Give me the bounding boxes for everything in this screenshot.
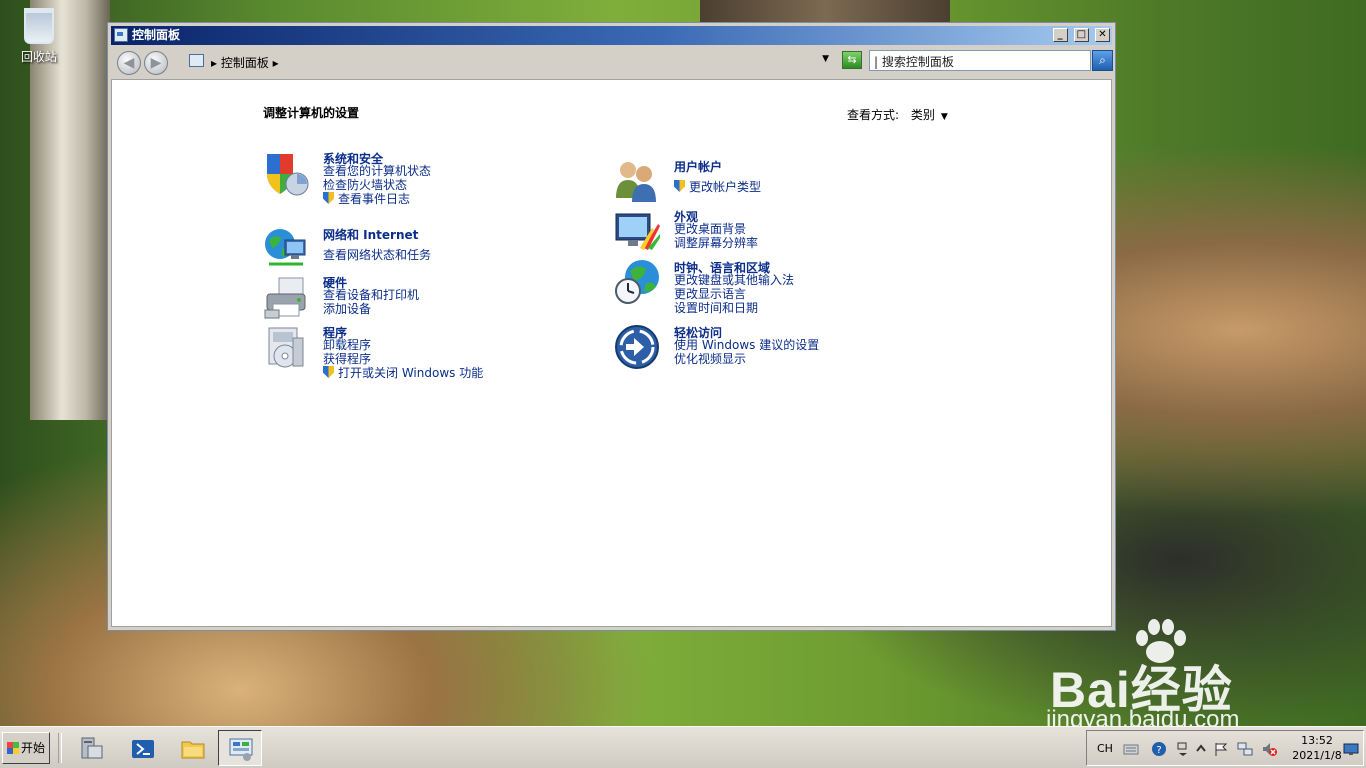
uac-shield-icon <box>323 192 334 204</box>
taskbar-powershell[interactable] <box>120 730 164 766</box>
clock-date: 2021/1/8 <box>1292 749 1342 762</box>
search-icon: ⌕ <box>1099 53 1106 67</box>
uac-shield-icon <box>323 366 334 378</box>
taskbar-server-manager[interactable] <box>68 730 112 766</box>
control-panel-window: 控制面板 _ □ ✕ ◀ ▶ ▸ 控制面板 ▸ ▼ ⇆ | 搜索控制面板 ⌕ 调… <box>107 22 1116 631</box>
windows-logo-icon <box>7 742 19 754</box>
link-change-keyboards[interactable]: 更改键盘或其他输入法 <box>674 273 794 287</box>
network-globe-icon <box>265 229 306 266</box>
server-manager-icon <box>81 737 103 759</box>
link-windows-features[interactable]: 打开或关闭 Windows 功能 <box>323 366 483 380</box>
svg-text:?: ? <box>1156 745 1161 756</box>
link-view-computer-status[interactable]: 查看您的计算机状态 <box>323 164 431 178</box>
user-accounts-icon <box>616 162 656 202</box>
powershell-icon <box>132 740 154 758</box>
link-change-display-language[interactable]: 更改显示语言 <box>674 287 794 301</box>
link-add-device[interactable]: 添加设备 <box>323 302 419 316</box>
category-title-network-internet[interactable]: 网络和 Internet <box>323 226 418 243</box>
network-icon[interactable] <box>1237 741 1253 757</box>
system-tray: CH ? 13:52 2021/1/8 <box>1086 730 1364 766</box>
link-change-account-type-label: 更改帐户类型 <box>689 180 762 194</box>
link-view-event-log[interactable]: 查看事件日志 <box>323 192 431 206</box>
link-windows-features-label: 打开或关闭 Windows 功能 <box>338 366 484 380</box>
ime-options-icon[interactable] <box>1175 741 1191 757</box>
programs-box-icon <box>268 327 304 368</box>
navigation-toolbar: ◀ ▶ ▸ 控制面板 ▸ ▼ ⇆ | 搜索控制面板 ⌕ <box>111 47 1113 77</box>
link-optimize-display[interactable]: 优化视频显示 <box>674 352 819 366</box>
appearance-monitor-icon <box>615 213 660 250</box>
control-panel-icon <box>114 28 128 42</box>
folder-icon <box>181 741 205 759</box>
link-view-devices-printers[interactable]: 查看设备和打印机 <box>323 288 419 302</box>
control-panel-icon <box>229 738 253 761</box>
view-by-dropdown[interactable]: 类别 ▼ <box>911 108 948 122</box>
link-check-firewall[interactable]: 检查防火墙状态 <box>323 178 431 192</box>
chevron-down-icon[interactable]: ▼ <box>822 54 829 64</box>
link-view-event-log-label: 查看事件日志 <box>338 192 411 206</box>
close-button[interactable]: ✕ <box>1095 28 1110 42</box>
printer-icon <box>264 277 306 319</box>
start-button[interactable]: 开始 <box>2 732 50 764</box>
show-desktop-icon[interactable] <box>1343 741 1359 757</box>
security-shield-icon <box>267 154 309 196</box>
window-titlebar[interactable]: 控制面板 _ □ ✕ <box>111 26 1112 45</box>
baidu-watermark: Bai经验 jingyan.baidu.com <box>1046 650 1239 733</box>
address-bar[interactable]: ▸ 控制面板 ▸ ▼ <box>183 50 835 72</box>
desktop-recycle-bin[interactable]: 回收站 <box>14 8 64 65</box>
ease-of-access-icon <box>615 325 659 369</box>
recycle-bin-label: 回收站 <box>20 50 57 64</box>
chevron-down-icon: ▼ <box>940 112 948 122</box>
clock-globe-icon <box>615 260 659 304</box>
link-set-time-date[interactable]: 设置时间和日期 <box>674 301 794 315</box>
minimize-button[interactable]: _ <box>1052 28 1068 42</box>
view-by-value: 类别 <box>910 108 935 122</box>
control-panel-icon <box>189 54 204 67</box>
input-language-indicator[interactable]: CH <box>1097 742 1113 755</box>
view-by: 查看方式: 类别 ▼ <box>847 106 948 123</box>
keyboard-icon[interactable] <box>1123 741 1139 757</box>
arrow-right-icon: ▶ <box>150 55 162 71</box>
help-icon[interactable]: ? <box>1151 741 1167 757</box>
taskbar-explorer[interactable] <box>170 730 214 766</box>
taskbar: 开始 CH ? 13:52 2021/1/8 <box>0 726 1366 768</box>
breadcrumb[interactable]: ▸ 控制面板 ▸ <box>211 54 279 71</box>
recycle-bin-icon <box>24 8 54 44</box>
back-button[interactable]: ◀ <box>117 51 141 75</box>
taskbar-control-panel[interactable] <box>218 730 262 766</box>
content-pane: 调整计算机的设置 查看方式: 类别 ▼ 系统和安全 查看您的计算机状态 检查防火墙… <box>111 79 1112 627</box>
search-input[interactable]: | 搜索控制面板 <box>869 50 1091 71</box>
link-get-programs[interactable]: 获得程序 <box>323 352 483 366</box>
link-uninstall-program[interactable]: 卸载程序 <box>323 338 483 352</box>
refresh-button[interactable]: ⇆ <box>842 51 862 69</box>
volume-muted-icon[interactable] <box>1261 741 1277 757</box>
link-change-account-type[interactable]: 更改帐户类型 <box>674 180 761 194</box>
clock-time: 13:52 <box>1301 734 1333 747</box>
breadcrumb-control-panel[interactable]: 控制面板 <box>221 56 269 70</box>
window-title: 控制面板 <box>132 28 181 42</box>
view-by-label: 查看方式: <box>847 108 900 122</box>
forward-button[interactable]: ▶ <box>144 51 168 75</box>
link-adjust-resolution[interactable]: 调整屏幕分辨率 <box>674 236 758 250</box>
search-placeholder: 搜索控制面板 <box>881 55 954 69</box>
refresh-icon: ⇆ <box>847 53 857 66</box>
uac-shield-icon <box>674 180 685 192</box>
action-center-flag-icon[interactable] <box>1213 741 1229 757</box>
link-recommended-settings[interactable]: 使用 Windows 建议的设置 <box>674 338 819 352</box>
link-change-desktop-background[interactable]: 更改桌面背景 <box>674 222 758 236</box>
maximize-button[interactable]: □ <box>1073 28 1089 42</box>
category-title-user-accounts[interactable]: 用户帐户 <box>674 158 722 175</box>
search-button[interactable]: ⌕ <box>1092 50 1113 71</box>
taskbar-separator <box>58 733 62 763</box>
link-view-network-status[interactable]: 查看网络状态和任务 <box>323 248 431 262</box>
chevron-up-icon[interactable] <box>1193 741 1209 757</box>
page-title: 调整计算机的设置 <box>263 106 360 120</box>
start-label: 开始 <box>21 741 46 755</box>
arrow-left-icon: ◀ <box>123 55 135 71</box>
clock[interactable]: 13:52 2021/1/8 <box>1287 733 1347 763</box>
